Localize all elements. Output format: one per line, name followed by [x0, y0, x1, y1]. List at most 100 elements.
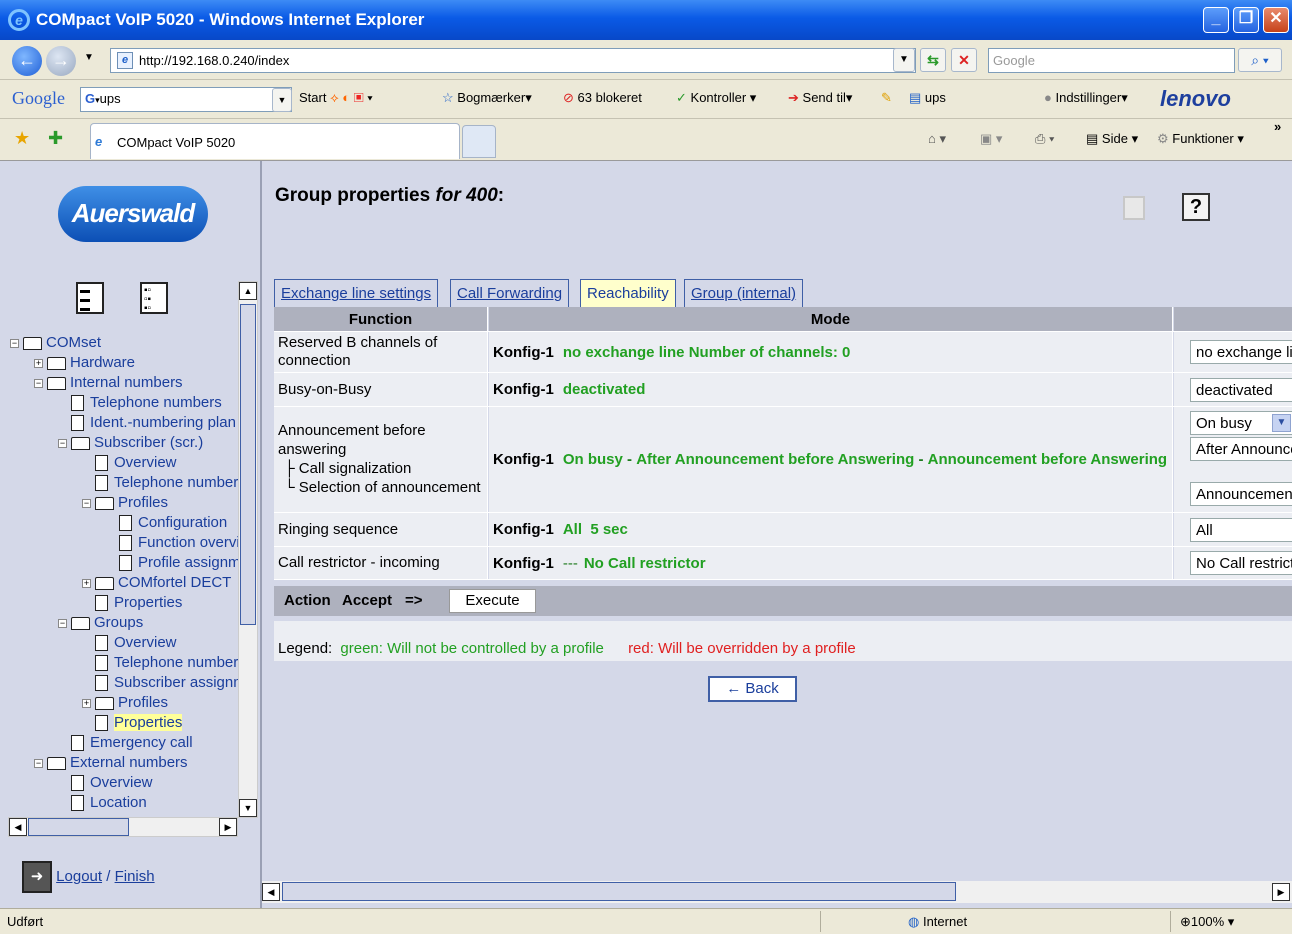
tree-item[interactable]: Ident.-numbering plan — [58, 413, 236, 433]
tree-item[interactable]: Location — [58, 793, 147, 813]
zoom-control[interactable]: ⊕100% ▾ — [1180, 914, 1234, 930]
collapse-icon[interactable]: − — [34, 758, 43, 768]
tree-item[interactable]: Telephone numbers — [82, 653, 239, 673]
busy-on-busy-select[interactable]: deactivated — [1190, 378, 1292, 402]
tree-item[interactable]: − Internal numbers — [34, 373, 183, 393]
tree-item[interactable]: Telephone numbers — [82, 473, 239, 493]
google-search-input[interactable]: G▾ups — [80, 87, 292, 112]
print-icon[interactable]: ⎙ ▾ — [1035, 131, 1054, 147]
tree-item[interactable]: Function overview — [106, 533, 239, 553]
expand-icon[interactable]: + — [82, 698, 91, 708]
forward-nav-button[interactable]: → — [46, 46, 76, 76]
feeds-icon[interactable]: ▣ ▾ — [980, 131, 1002, 147]
tree-item[interactable]: Emergency call — [58, 733, 193, 753]
scroll-down-button[interactable]: ▼ — [239, 799, 257, 817]
tree-item[interactable]: Overview — [82, 633, 177, 653]
tree-view-icon[interactable]: ▬ ▬ ▬ — [76, 282, 104, 314]
scroll-left-button[interactable]: ◀ — [9, 818, 27, 836]
reserved-channels-select[interactable]: no exchange line — [1190, 340, 1292, 364]
nav-scroll-thumb[interactable] — [240, 304, 256, 625]
finish-link[interactable]: Finish — [115, 868, 155, 885]
browser-tab-active[interactable]: e COMpact VoIP 5020 — [90, 123, 460, 159]
stop-button[interactable]: ✕ — [951, 48, 977, 72]
scroll-right-button[interactable]: ▶ — [1272, 883, 1290, 901]
tree-item[interactable]: Properties — [82, 593, 182, 613]
maximize-button[interactable]: ❐ — [1233, 7, 1259, 33]
execute-button[interactable]: Execute — [449, 589, 536, 613]
save-icon[interactable] — [1123, 196, 1145, 220]
home-icon[interactable]: ⌂ ▾ — [928, 131, 946, 147]
send-to-button[interactable]: ➔ Send til▾ — [788, 90, 852, 106]
new-tab-button[interactable] — [462, 125, 496, 158]
tree-item[interactable]: Profile assignment — [106, 553, 239, 573]
tree-item[interactable]: Overview — [82, 453, 177, 473]
add-favorite-icon[interactable]: ✚ — [48, 128, 63, 149]
url-input[interactable]: e http://192.168.0.240/index — [110, 48, 916, 73]
chevron-more-icon[interactable]: » — [1274, 119, 1281, 134]
chevron-down-icon[interactable]: ▼ — [1272, 414, 1291, 432]
tree-item[interactable]: Overview — [58, 773, 153, 793]
tree-item[interactable]: + COMfortel DECT — [82, 573, 231, 593]
url-dropdown-button[interactable]: ▼ — [893, 48, 915, 72]
main-hscroll-thumb[interactable] — [282, 882, 956, 901]
scroll-left-button[interactable]: ◀ — [262, 883, 280, 901]
tree-item[interactable]: Configuration — [106, 513, 227, 533]
collapse-icon[interactable]: − — [34, 378, 43, 388]
page-menu[interactable]: ▤ Side ▾ — [1086, 131, 1138, 147]
favorites-star-icon[interactable]: ★ — [14, 128, 30, 149]
tree-item[interactable]: − Subscriber (scr.) — [58, 433, 203, 453]
tree-item[interactable]: Subscriber assignment — [82, 673, 239, 693]
back-button[interactable]: ← Back — [708, 676, 797, 702]
main-horizontal-scrollbar[interactable]: ◀ ▶ — [262, 881, 1292, 903]
tree-item[interactable]: − Profiles — [82, 493, 168, 513]
search-input[interactable]: Google — [988, 48, 1235, 73]
tree-item[interactable]: − COMset — [10, 333, 101, 353]
nav-horizontal-scrollbar[interactable]: ◀ ▶ — [8, 817, 238, 837]
expand-icon[interactable]: + — [82, 578, 91, 588]
start-button[interactable]: Start ⟡ ◐ ▣ ▾ — [299, 90, 373, 106]
logout-link[interactable]: Logout — [56, 868, 102, 885]
call-signalization-select[interactable]: After Announcement before Answering — [1190, 437, 1292, 461]
tree-item[interactable]: − Groups — [58, 613, 143, 633]
expand-tree-icon[interactable]: ▪▫ ▫▪ ▪▫ — [140, 282, 168, 314]
close-button[interactable]: ✕ — [1263, 7, 1289, 33]
scroll-up-button[interactable]: ▲ — [239, 282, 257, 300]
announcement-mode-select[interactable]: On busy ▼ — [1190, 411, 1292, 435]
tree-item[interactable]: − External numbers — [34, 753, 188, 773]
tree-item[interactable]: + Hardware — [34, 353, 135, 373]
help-icon[interactable]: ? — [1182, 193, 1210, 221]
ringing-sequence-select[interactable]: All — [1190, 518, 1292, 542]
exit-door-icon[interactable]: ➜ — [22, 861, 52, 893]
scroll-right-button[interactable]: ▶ — [219, 818, 237, 836]
highlight-icon[interactable]: ✎ — [881, 90, 892, 106]
expand-icon[interactable]: + — [34, 358, 43, 368]
popup-blocker-button[interactable]: ⊘ 63 blokeret — [563, 90, 642, 106]
history-dropdown-icon[interactable]: ▼ — [84, 52, 94, 63]
collapse-icon[interactable]: − — [58, 438, 67, 448]
collapse-icon[interactable]: − — [82, 498, 91, 508]
nav-hscroll-thumb[interactable] — [28, 818, 129, 836]
tab-group-internal[interactable]: Group (internal) — [684, 279, 804, 307]
tree-item[interactable]: + Profiles — [82, 693, 168, 713]
bookmarks-button[interactable]: ☆ Bogmærker▾ — [442, 90, 532, 106]
tab-exchange-line-settings[interactable]: Exchange line settings — [274, 279, 439, 307]
back-nav-button[interactable]: ← — [12, 46, 42, 76]
ups-button[interactable]: ▤ ups — [909, 90, 946, 106]
search-button[interactable]: ⌕ ▾ — [1238, 48, 1282, 72]
tools-menu[interactable]: ⚙ Funktioner ▾ — [1157, 131, 1244, 147]
collapse-icon[interactable]: − — [58, 618, 67, 628]
settings-button[interactable]: ● Indstillinger▾ — [1044, 90, 1128, 106]
call-restrictor-select[interactable]: No Call restrictor — [1190, 551, 1292, 575]
tree-item[interactable]: Telephone numbers — [58, 393, 222, 413]
refresh-button[interactable]: ⇆ — [920, 48, 946, 72]
collapse-icon[interactable]: − — [10, 338, 19, 348]
folder-icon — [71, 436, 90, 450]
nav-vertical-scrollbar[interactable]: ▲ ▼ — [238, 281, 258, 818]
spellcheck-button[interactable]: ✓ Kontroller ▾ — [676, 90, 756, 106]
google-search-dropdown[interactable]: ▼ — [272, 88, 292, 112]
announcement-selection-select[interactable]: Announcement before Answering 1 — [1190, 482, 1292, 506]
tab-call-forwarding[interactable]: Call Forwarding — [450, 279, 570, 307]
tree-item[interactable]: Properties — [82, 713, 183, 733]
tab-reachability[interactable]: Reachability — [580, 279, 676, 307]
minimize-button[interactable]: _ — [1203, 7, 1229, 33]
